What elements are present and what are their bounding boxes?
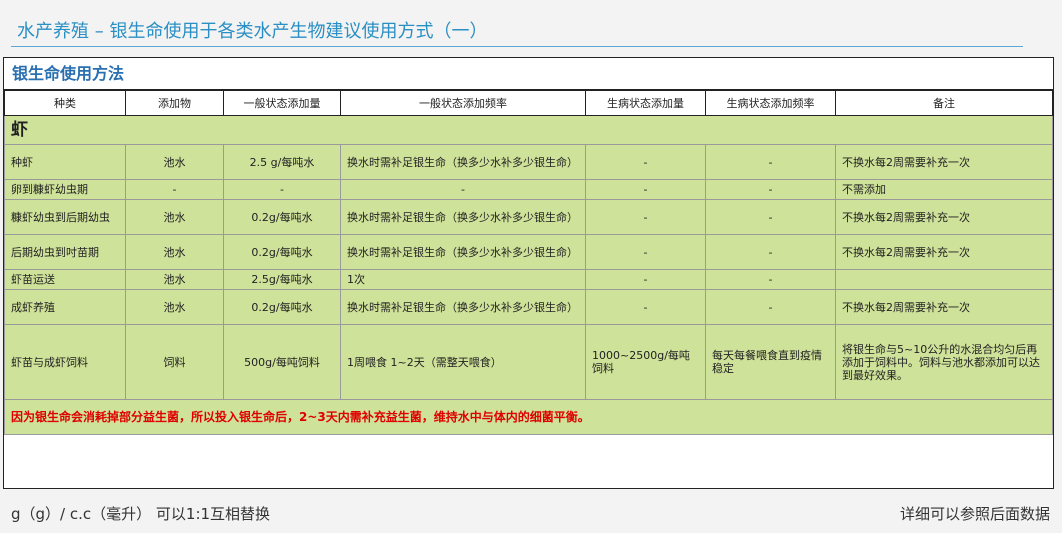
header-sick-frequency: 生病状态添加频率 — [705, 90, 836, 116]
cell-sick-amount: - — [585, 269, 706, 290]
cell-sick-frequency: - — [705, 289, 836, 325]
table-header-row: 种类 添加物 一般状态添加量 一般状态添加频率 生病状态添加量 生病状态添加频率… — [4, 90, 1053, 116]
cell-note: 不换水每2周需要补充一次 — [835, 144, 1053, 180]
cell-normal-amount: - — [223, 179, 341, 200]
cell-additive: 池水 — [125, 269, 224, 290]
header-sick-amount: 生病状态添加量 — [585, 90, 706, 116]
cell-normal-amount: 500g/每吨饲料 — [223, 324, 341, 400]
cell-normal-frequency: 换水时需补足银生命（换多少水补多少银生命） — [340, 234, 586, 270]
warning-row: 因为银生命会消耗掉部分益生菌，所以投入银生命后，2~3天内需补充益生菌，维持水中… — [4, 399, 1053, 435]
cell-sick-frequency: - — [705, 144, 836, 180]
cell-kind: 后期幼虫到吋苗期 — [4, 234, 126, 270]
table-row: 虾苗与成虾饲料 饲料 500g/每吨饲料 1周喂食 1~2天（需整天喂食） 10… — [4, 324, 1053, 400]
cell-note — [835, 269, 1053, 290]
usage-table: 种类 添加物 一般状态添加量 一般状态添加频率 生病状态添加量 生病状态添加频率… — [4, 90, 1053, 435]
title-divider — [11, 46, 1023, 47]
cell-additive: 饲料 — [125, 324, 224, 400]
cell-additive: - — [125, 179, 224, 200]
cell-kind: 卵到糠虾幼虫期 — [4, 179, 126, 200]
cell-normal-frequency: 1周喂食 1~2天（需整天喂食） — [340, 324, 586, 400]
cell-kind: 种虾 — [4, 144, 126, 180]
cell-normal-amount: 0.2g/每吨水 — [223, 199, 341, 235]
table-row: 种虾 池水 2.5 g/每吨水 换水时需补足银生命（换多少水补多少银生命） - … — [4, 144, 1053, 180]
cell-note: 将银生命与5~10公升的水混合均匀后再添加于饲料中。饲料与池水都添加可以达到最好… — [835, 324, 1053, 400]
table-title: 银生命使用方法 — [4, 58, 1053, 90]
reference-note: 详细可以参照后面数据 — [899, 505, 1050, 523]
section-label: 虾 — [4, 115, 1053, 145]
usage-table-panel: 银生命使用方法 种类 添加物 一般状态添加量 一般状态添加频率 生病状态添加量 … — [3, 57, 1054, 489]
header-additive: 添加物 — [125, 90, 224, 116]
cell-kind: 糠虾幼虫到后期幼虫 — [4, 199, 126, 235]
cell-normal-amount: 0.2g/每吨水 — [223, 289, 341, 325]
cell-normal-frequency: 换水时需补足银生命（换多少水补多少银生命） — [340, 289, 586, 325]
cell-kind: 虾苗与成虾饲料 — [4, 324, 126, 400]
cell-note: 不换水每2周需要补充一次 — [835, 234, 1053, 270]
unit-conversion-note: g（g）/ c.c（毫升） 可以1:1互相替换 — [11, 505, 271, 523]
header-note: 备注 — [835, 90, 1053, 116]
cell-normal-amount: 2.5g/每吨水 — [223, 269, 341, 290]
table-row: 卵到糠虾幼虫期 - - - - - 不需添加 — [4, 179, 1053, 200]
table-row: 糠虾幼虫到后期幼虫 池水 0.2g/每吨水 换水时需补足银生命（换多少水补多少银… — [4, 199, 1053, 235]
cell-additive: 池水 — [125, 289, 224, 325]
cell-normal-frequency: 换水时需补足银生命（换多少水补多少银生命） — [340, 144, 586, 180]
header-normal-amount: 一般状态添加量 — [223, 90, 341, 116]
page-title: 水产养殖 – 银生命使用于各类水产生物建议使用方式（一） — [17, 21, 488, 42]
warning-text: 因为银生命会消耗掉部分益生菌，所以投入银生命后，2~3天内需补充益生菌，维持水中… — [4, 399, 1053, 435]
cell-sick-amount: 1000~2500g/每吨饲料 — [585, 324, 706, 400]
cell-sick-amount: - — [585, 199, 706, 235]
cell-kind: 虾苗运送 — [4, 269, 126, 290]
cell-kind: 成虾养殖 — [4, 289, 126, 325]
cell-normal-amount: 2.5 g/每吨水 — [223, 144, 341, 180]
cell-normal-frequency: - — [340, 179, 586, 200]
cell-normal-amount: 0.2g/每吨水 — [223, 234, 341, 270]
table-row: 虾苗运送 池水 2.5g/每吨水 1次 - - — [4, 269, 1053, 290]
cell-sick-amount: - — [585, 234, 706, 270]
cell-additive: 池水 — [125, 234, 224, 270]
cell-note: 不换水每2周需要补充一次 — [835, 289, 1053, 325]
cell-sick-amount: - — [585, 179, 706, 200]
header-normal-frequency: 一般状态添加频率 — [340, 90, 586, 116]
table-row: 后期幼虫到吋苗期 池水 0.2g/每吨水 换水时需补足银生命（换多少水补多少银生… — [4, 234, 1053, 270]
cell-sick-amount: - — [585, 144, 706, 180]
cell-sick-frequency: - — [705, 179, 836, 200]
header-kind: 种类 — [4, 90, 126, 116]
section-row-shrimp: 虾 — [4, 115, 1053, 145]
table-row: 成虾养殖 池水 0.2g/每吨水 换水时需补足银生命（换多少水补多少银生命） -… — [4, 289, 1053, 325]
cell-sick-amount: - — [585, 289, 706, 325]
cell-normal-frequency: 换水时需补足银生命（换多少水补多少银生命） — [340, 199, 586, 235]
cell-sick-frequency: - — [705, 269, 836, 290]
cell-normal-frequency: 1次 — [340, 269, 586, 290]
cell-note: 不换水每2周需要补充一次 — [835, 199, 1053, 235]
cell-additive: 池水 — [125, 199, 224, 235]
cell-sick-frequency: - — [705, 234, 836, 270]
cell-sick-frequency: - — [705, 199, 836, 235]
cell-note: 不需添加 — [835, 179, 1053, 200]
cell-additive: 池水 — [125, 144, 224, 180]
cell-sick-frequency: 每天每餐喂食直到疫情稳定 — [705, 324, 836, 400]
